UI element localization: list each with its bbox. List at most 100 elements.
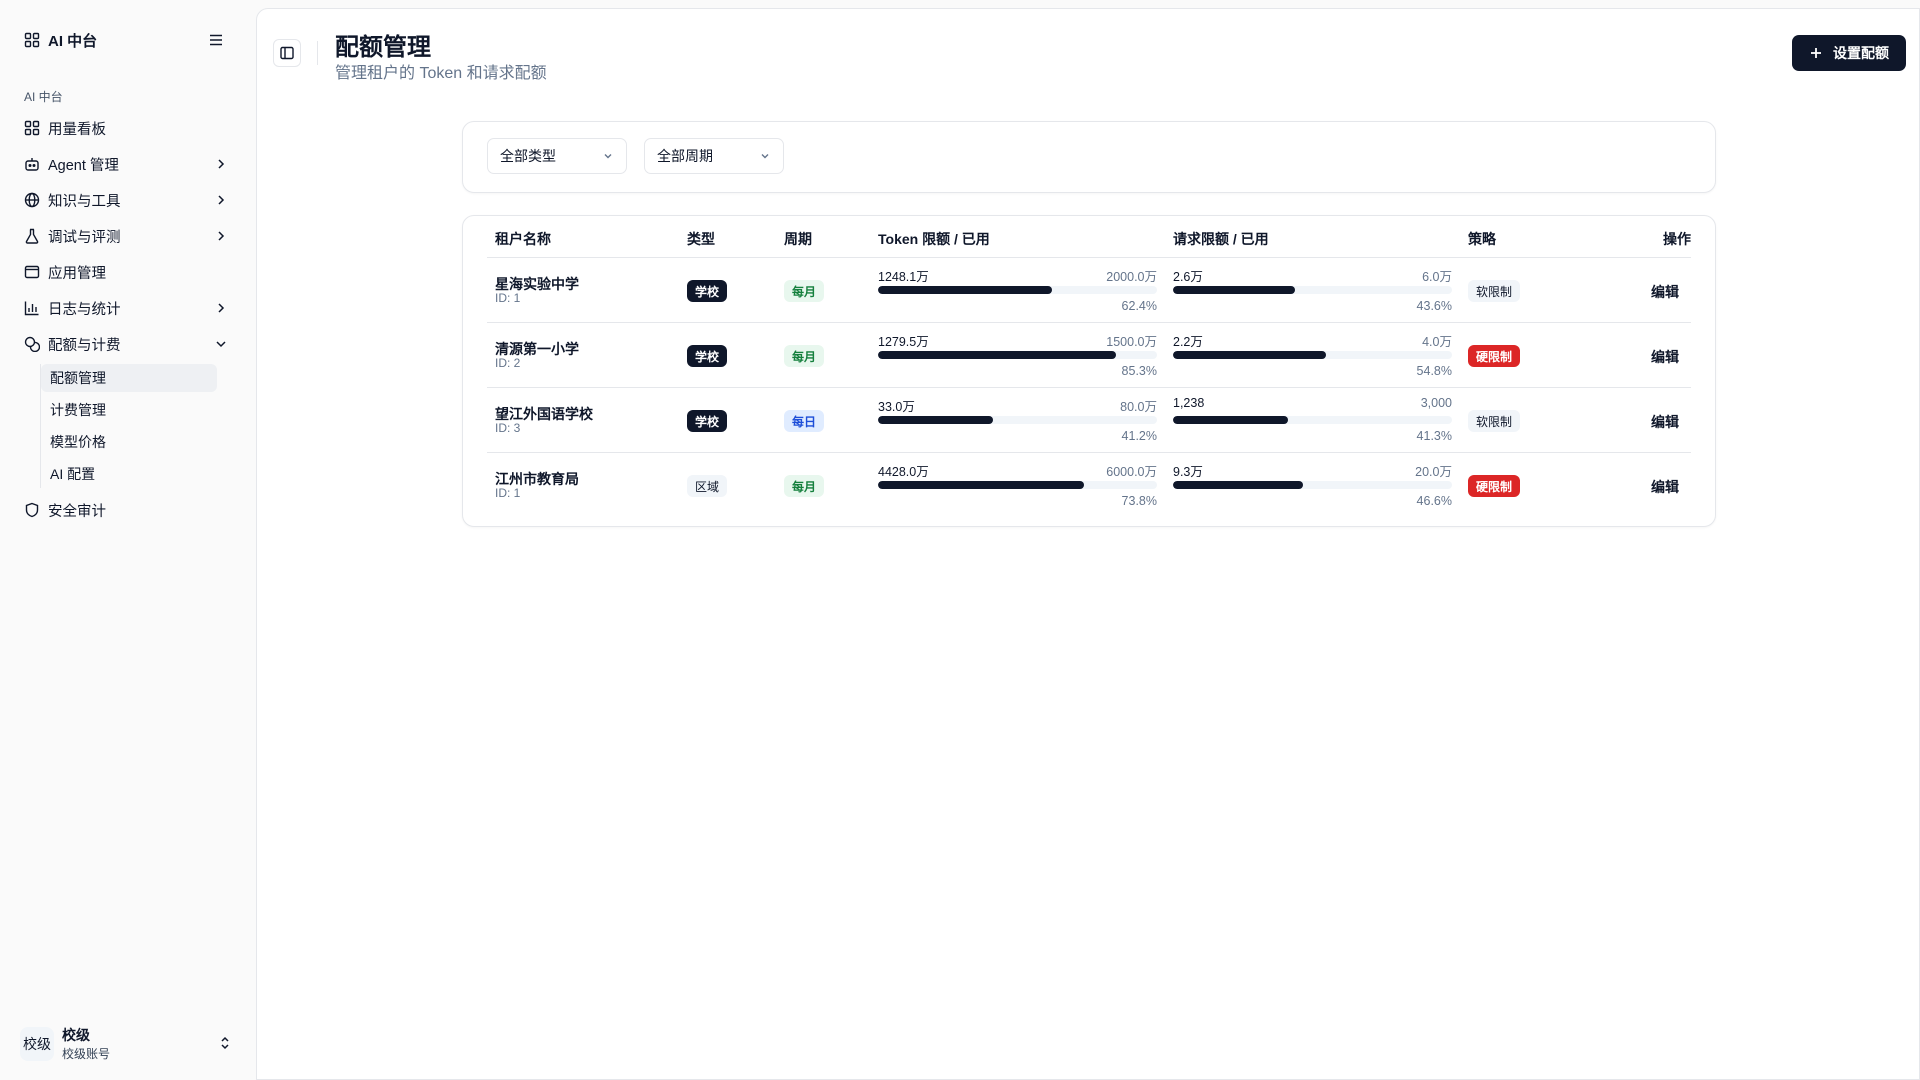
- sidebar-toggle-button[interactable]: [273, 39, 301, 67]
- token-progress-bar: [878, 481, 1084, 489]
- token-limit: 80.0万: [1120, 400, 1157, 414]
- sidebar-subitem-quota[interactable]: 配额管理: [41, 364, 217, 392]
- request-progress-bar: [1173, 351, 1326, 359]
- sidebar-item-label: 知识与工具: [48, 193, 121, 210]
- sidebar-submenu: 配额管理 计费管理 模型价格 AI 配置: [40, 364, 240, 488]
- token-progress-track: [878, 351, 1157, 359]
- sidebar-item-logs-stats[interactable]: 日志与统计: [16, 290, 240, 326]
- type-select[interactable]: 全部类型: [487, 138, 627, 174]
- table-header: 租户名称 类型 周期 Token 限额 / 已用 请求限额 / 已用 策略 操作: [487, 216, 1691, 258]
- chevron-right-icon: [214, 157, 228, 171]
- request-usage: 2.2万 4.0万 54.8%: [1173, 331, 1452, 381]
- token-percent: 62.4%: [1121, 299, 1157, 313]
- token-progress-track: [878, 416, 1157, 424]
- request-used: 2.6万: [1173, 270, 1203, 284]
- sidebar-item-debug-eval[interactable]: 调试与评测: [16, 218, 240, 254]
- sidebar-subitem-billing[interactable]: 计费管理: [41, 396, 217, 424]
- request-progress-track: [1173, 286, 1452, 294]
- period-badge: 每月: [784, 280, 825, 302]
- policy-badge: 软限制: [1468, 410, 1521, 432]
- sidebar-item-quota-billing[interactable]: 配额与计费: [16, 326, 240, 362]
- request-limit: 4.0万: [1422, 335, 1452, 349]
- chevrons-up-down-icon[interactable]: [218, 1035, 232, 1051]
- token-used: 33.0万: [878, 400, 915, 414]
- token-limit: 2000.0万: [1106, 270, 1157, 284]
- period-badge: 每月: [784, 345, 825, 367]
- request-used: 2.2万: [1173, 335, 1203, 349]
- sidebar-subitem-model-price[interactable]: 模型价格: [41, 428, 217, 456]
- column-header: 请求限额 / 已用: [1173, 231, 1269, 247]
- sidebar-subitem-ai-config[interactable]: AI 配置: [41, 460, 217, 488]
- period-badge: 每月: [784, 475, 825, 497]
- request-percent: 46.6%: [1416, 494, 1452, 508]
- coins-icon: [24, 336, 40, 352]
- request-percent: 43.6%: [1416, 299, 1452, 313]
- table-row: 望江外国语学校 ID: 3 学校 每日 33.0万 80.0万 41.2% 1,…: [487, 388, 1691, 453]
- bot-icon: [24, 156, 40, 172]
- column-header: 周期: [784, 231, 812, 247]
- menu-icon[interactable]: [207, 31, 225, 49]
- sidebar-item-app-management[interactable]: 应用管理: [16, 254, 240, 290]
- chevron-right-icon: [214, 229, 228, 243]
- column-header: Token 限额 / 已用: [878, 231, 990, 247]
- chevron-down-icon: [602, 150, 614, 162]
- sidebar-item-label: 日志与统计: [48, 301, 121, 318]
- flask-icon: [24, 228, 40, 244]
- sidebar-nav: 用量看板 Agent 管理 知识与工具 调试与评测 应用管理 日志与统计 配额与…: [16, 110, 240, 528]
- brand[interactable]: AI 中台: [24, 28, 97, 52]
- column-header: 操作: [1663, 231, 1691, 247]
- request-progress-track: [1173, 416, 1452, 424]
- type-badge: 学校: [687, 345, 728, 367]
- table-row: 星海实验中学 ID: 1 学校 每月 1248.1万 2000.0万 62.4%…: [487, 258, 1691, 323]
- policy-badge: 硬限制: [1468, 475, 1521, 497]
- request-progress-bar: [1173, 416, 1289, 424]
- token-used: 1279.5万: [878, 335, 929, 349]
- edit-button[interactable]: 编辑: [1651, 282, 1679, 302]
- account-subtitle: 校级账号: [62, 1047, 111, 1061]
- edit-button[interactable]: 编辑: [1651, 412, 1679, 432]
- sidebar: AI 中台 AI 中台 用量看板 Agent 管理 知识与工具 调试与评测 应用…: [0, 0, 256, 1080]
- sidebar-item-usage-dashboard[interactable]: 用量看板: [16, 110, 240, 146]
- token-percent: 73.8%: [1121, 494, 1157, 508]
- column-header: 类型: [687, 231, 715, 247]
- plus-icon: [1809, 46, 1823, 60]
- token-progress-track: [878, 286, 1157, 294]
- request-progress-bar: [1173, 286, 1295, 294]
- edit-button[interactable]: 编辑: [1651, 477, 1679, 497]
- request-percent: 54.8%: [1416, 364, 1452, 378]
- edit-button[interactable]: 编辑: [1651, 347, 1679, 367]
- chevron-down-icon: [759, 150, 771, 162]
- token-percent: 41.2%: [1121, 429, 1157, 443]
- brand-label: AI 中台: [48, 32, 98, 50]
- chevron-right-icon: [214, 301, 228, 315]
- period-select[interactable]: 全部周期: [644, 138, 784, 174]
- sidebar-item-label: 调试与评测: [48, 229, 121, 246]
- request-progress-track: [1173, 351, 1452, 359]
- avatar: 校级: [20, 1026, 54, 1061]
- sidebar-item-knowledge-tools[interactable]: 知识与工具: [16, 182, 240, 218]
- request-usage: 2.6万 6.0万 43.6%: [1173, 266, 1452, 316]
- type-badge: 学校: [687, 280, 728, 302]
- sidebar-item-security-audit[interactable]: 安全审计: [16, 492, 240, 528]
- account-switcher[interactable]: 校级 校级 校级账号: [20, 1025, 110, 1062]
- column-header: 租户名称: [495, 231, 551, 247]
- policy-badge: 硬限制: [1468, 345, 1521, 367]
- bar-chart-icon: [24, 300, 40, 316]
- account-name: 校级: [62, 1027, 90, 1043]
- token-limit: 6000.0万: [1106, 465, 1157, 479]
- divider: [317, 41, 318, 65]
- request-used: 9.3万: [1173, 465, 1203, 479]
- request-progress-track: [1173, 481, 1452, 489]
- request-usage: 1,238 3,000 41.3%: [1173, 396, 1452, 446]
- chevron-right-icon: [214, 193, 228, 207]
- tenant-id: ID: 3: [495, 421, 521, 435]
- request-usage: 9.3万 20.0万 46.6%: [1173, 461, 1452, 511]
- set-quota-button[interactable]: 设置配额: [1792, 35, 1906, 71]
- sidebar-item-label: Agent 管理: [48, 157, 119, 174]
- sidebar-item-agent[interactable]: Agent 管理: [16, 146, 240, 182]
- chevron-down-icon: [214, 337, 228, 351]
- token-progress-bar: [878, 351, 1116, 359]
- policy-badge: 软限制: [1468, 280, 1521, 302]
- app-window-icon: [24, 264, 40, 280]
- token-percent: 85.3%: [1121, 364, 1157, 378]
